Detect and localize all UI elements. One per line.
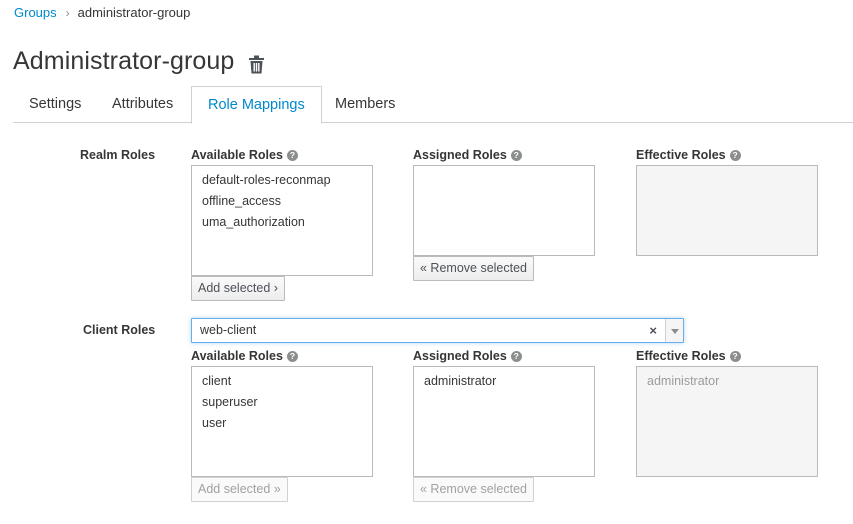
list-item[interactable]: offline_access xyxy=(192,191,372,212)
realm-remove-selected-button[interactable]: « Remove selected xyxy=(413,256,535,281)
tab-attributes[interactable]: Attributes xyxy=(96,86,189,123)
client-effective-roles-list: administrator xyxy=(636,366,818,477)
client-available-roles-text: Available Roles xyxy=(191,349,283,363)
realm-effective-roles-list xyxy=(636,165,818,256)
realm-effective-roles-text: Effective Roles xyxy=(636,148,726,162)
realm-available-roles-label: Available Roles ? xyxy=(191,148,298,162)
chevron-down-icon[interactable] xyxy=(665,319,683,342)
client-assigned-roles-text: Assigned Roles xyxy=(413,349,507,363)
breadcrumb: Groups › administrator-group xyxy=(14,5,190,20)
list-item[interactable]: uma_authorization xyxy=(192,212,372,233)
client-available-roles-label: Available Roles ? xyxy=(191,349,298,363)
realm-assigned-roles-text: Assigned Roles xyxy=(413,148,507,162)
list-item[interactable]: superuser xyxy=(192,392,372,413)
client-effective-roles-text: Effective Roles xyxy=(636,349,726,363)
list-item[interactable]: administrator xyxy=(414,371,594,392)
tab-bar: Settings Attributes Role Mappings Member… xyxy=(13,86,853,124)
client-roles-label: Client Roles xyxy=(83,323,156,337)
realm-assigned-roles-list[interactable] xyxy=(413,165,595,256)
help-icon[interactable]: ? xyxy=(729,149,741,161)
page-title: Administrator-group xyxy=(13,47,235,75)
help-icon[interactable]: ? xyxy=(510,149,522,161)
realm-available-roles-list[interactable]: default-roles-reconmap offline_access um… xyxy=(191,165,373,276)
tab-settings[interactable]: Settings xyxy=(13,86,97,123)
trash-icon[interactable] xyxy=(248,55,265,74)
client-assigned-roles-list[interactable]: administrator xyxy=(413,366,595,477)
list-item[interactable]: client xyxy=(192,371,372,392)
help-icon[interactable]: ? xyxy=(510,350,522,362)
tab-role-mappings[interactable]: Role Mappings xyxy=(191,86,322,124)
client-select-value: web-client xyxy=(200,323,257,337)
breadcrumb-groups-link[interactable]: Groups xyxy=(14,5,57,20)
breadcrumb-current: administrator-group xyxy=(77,5,191,20)
realm-assigned-roles-label: Assigned Roles ? xyxy=(413,148,522,162)
list-item: administrator xyxy=(647,374,720,388)
list-item[interactable]: default-roles-reconmap xyxy=(192,170,372,191)
help-icon[interactable]: ? xyxy=(286,149,298,161)
breadcrumb-separator: › xyxy=(65,5,70,20)
client-assigned-roles-label: Assigned Roles ? xyxy=(413,349,522,363)
realm-roles-label: Realm Roles xyxy=(80,148,156,162)
help-icon[interactable]: ? xyxy=(729,350,741,362)
tab-members[interactable]: Members xyxy=(319,86,411,123)
realm-add-selected-button[interactable]: Add selected › xyxy=(191,276,285,301)
realm-effective-roles-label: Effective Roles ? xyxy=(636,148,741,162)
clear-icon[interactable]: × xyxy=(649,319,657,342)
client-select[interactable]: web-client × xyxy=(191,318,684,343)
client-available-roles-list[interactable]: client superuser user xyxy=(191,366,373,477)
client-remove-selected-button[interactable]: « Remove selected xyxy=(413,477,535,502)
client-add-selected-button[interactable]: Add selected » xyxy=(191,477,288,502)
list-item[interactable]: user xyxy=(192,413,372,434)
help-icon[interactable]: ? xyxy=(286,350,298,362)
realm-available-roles-text: Available Roles xyxy=(191,148,283,162)
client-effective-roles-label: Effective Roles ? xyxy=(636,349,741,363)
